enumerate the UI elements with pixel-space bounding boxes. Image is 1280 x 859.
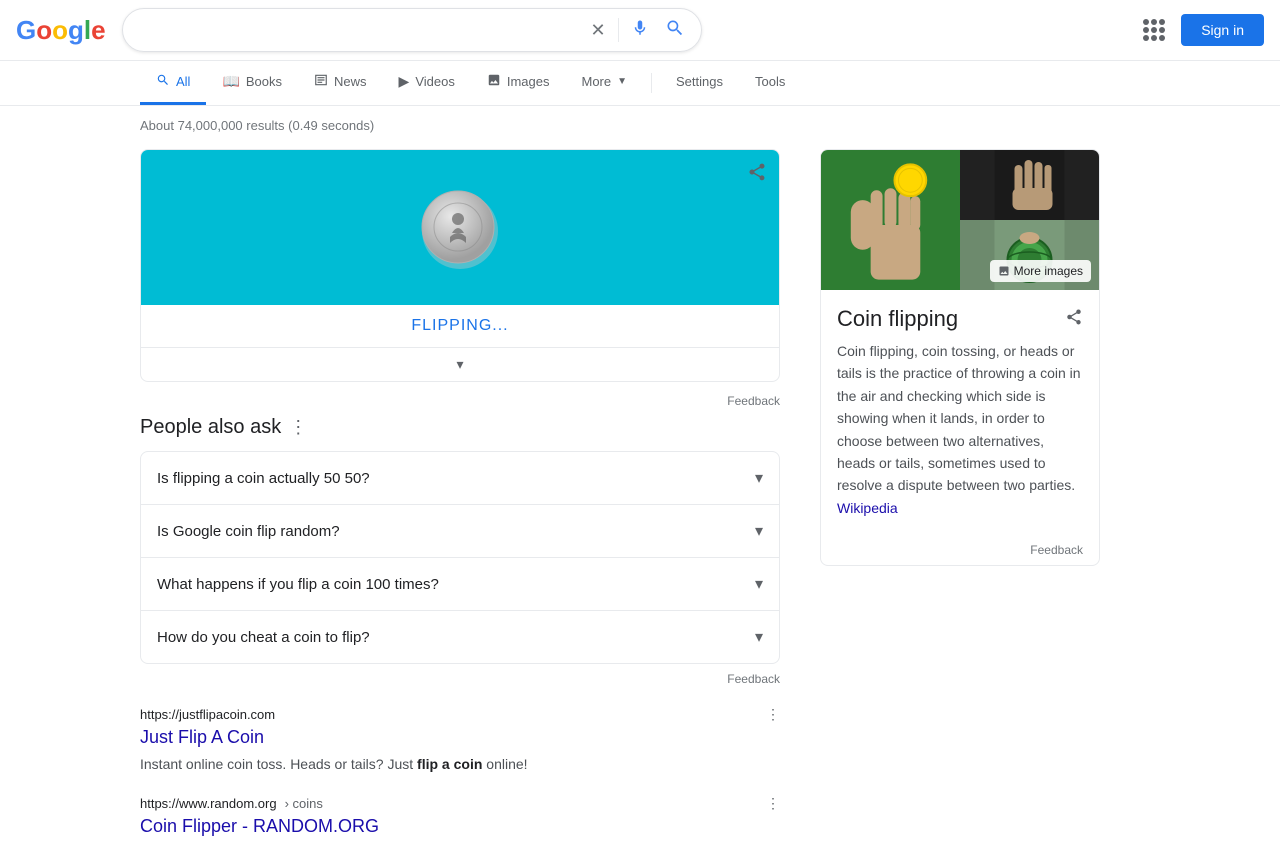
snippet-bold: flip a coin (417, 756, 482, 772)
paa-question: What happens if you flip a coin 100 time… (157, 576, 439, 593)
divider (618, 18, 619, 42)
search-input[interactable]: flip a coin (139, 21, 583, 39)
apps-icon[interactable] (1143, 19, 1165, 41)
search-bar: flip a coin ✕ (122, 8, 702, 52)
coin-animation (415, 181, 505, 274)
kp-image-2[interactable] (960, 150, 1099, 220)
tab-more[interactable]: More ▼ (565, 62, 643, 104)
expand-icon: ▾ (755, 574, 763, 594)
search-result: https://justflipacoin.com ⋮ Just Flip A … (140, 706, 780, 775)
tab-books[interactable]: 📖 Books (206, 61, 298, 105)
tab-more-label: More (581, 74, 611, 89)
kp-feedback[interactable]: Feedback (821, 535, 1099, 565)
tab-settings-label: Settings (676, 74, 723, 89)
knowledge-panel-body: Coin flipping Coin flipping, coin tossin… (821, 290, 1099, 535)
paa-question: Is flipping a coin actually 50 50? (157, 470, 370, 487)
expand-icon: ▾ (755, 468, 763, 488)
paa-feedback[interactable]: Feedback (140, 668, 780, 690)
widget-feedback[interactable]: Feedback (140, 390, 780, 416)
clear-icon[interactable]: ✕ (591, 20, 606, 41)
result-options-icon[interactable]: ⋮ (766, 795, 780, 812)
tab-all-label: All (176, 74, 190, 89)
result-title-link[interactable]: Coin Flipper - RANDOM.ORG (140, 816, 379, 836)
kp-title-row: Coin flipping (837, 306, 1083, 332)
sign-in-button[interactable]: Sign in (1181, 14, 1264, 46)
right-column: More images Coin flipping Coin flipping,… (820, 149, 1100, 859)
wikipedia-link[interactable]: Wikipedia (837, 500, 898, 516)
paa-question: Is Google coin flip random? (157, 523, 340, 540)
kp-image-3[interactable]: More images (960, 220, 1099, 290)
chevron-down-icon: ▼ (617, 76, 627, 87)
tab-divider (651, 73, 652, 93)
kp-title: Coin flipping (837, 306, 958, 332)
tab-tools-label: Tools (755, 74, 785, 89)
tab-books-label: Books (246, 74, 282, 89)
tab-videos[interactable]: ▶ Videos (383, 61, 471, 105)
kp-description: Coin flipping, coin tossing, or heads or… (837, 340, 1083, 519)
voice-search-icon[interactable] (631, 19, 649, 42)
tab-news-label: News (334, 74, 367, 89)
coin-display (141, 150, 779, 305)
main-content: FLIPPING... ▾ Feedback People also ask ⋮… (0, 149, 1280, 859)
news-icon (314, 73, 328, 90)
paa-title: People also ask (140, 416, 281, 439)
header: Google flip a coin ✕ (0, 0, 1280, 61)
paa-header: People also ask ⋮ (140, 416, 780, 439)
chevron-down-icon: ▾ (456, 356, 463, 372)
more-images-button[interactable]: More images (990, 260, 1091, 282)
result-title-link[interactable]: Just Flip A Coin (140, 727, 264, 747)
nav-tabs: All 📖 Books News ▶ Videos Images More ▼ … (0, 61, 1280, 106)
result-options-icon[interactable]: ⋮ (766, 706, 780, 723)
result-snippet: Instant online coin toss. Heads or tails… (140, 754, 780, 775)
paa-question: How do you cheat a coin to flip? (157, 629, 370, 646)
coin-expand-button[interactable]: ▾ (141, 347, 779, 381)
results-info: About 74,000,000 results (0.49 seconds) (0, 110, 1280, 141)
google-logo[interactable]: Google (16, 15, 106, 46)
expand-icon: ▾ (755, 627, 763, 647)
kp-share-icon[interactable] (1065, 308, 1083, 331)
tab-videos-label: Videos (415, 74, 455, 89)
paa-item[interactable]: Is Google coin flip random? ▾ (140, 505, 780, 558)
paa-item[interactable]: Is flipping a coin actually 50 50? ▾ (140, 451, 780, 505)
people-also-ask-section: People also ask ⋮ Is flipping a coin act… (140, 416, 780, 690)
result-url-line: https://www.random.org › coins ⋮ (140, 795, 780, 812)
result-url: https://www.random.org (140, 796, 277, 811)
header-right: Sign in (1143, 14, 1264, 46)
result-url-line: https://justflipacoin.com ⋮ (140, 706, 780, 723)
tab-all[interactable]: All (140, 61, 206, 105)
images-icon (487, 73, 501, 90)
coin-status[interactable]: FLIPPING... (141, 305, 779, 347)
tab-news[interactable]: News (298, 61, 383, 105)
search-result: https://www.random.org › coins ⋮ Coin Fl… (140, 795, 780, 839)
tab-images-label: Images (507, 74, 550, 89)
expand-icon: ▾ (755, 521, 763, 541)
paa-item[interactable]: What happens if you flip a coin 100 time… (140, 558, 780, 611)
tab-tools[interactable]: Tools (739, 62, 801, 104)
left-column: FLIPPING... ▾ Feedback People also ask ⋮… (140, 149, 780, 859)
paa-options-icon[interactable]: ⋮ (289, 417, 307, 438)
books-icon: 📖 (222, 73, 239, 90)
tab-settings[interactable]: Settings (660, 62, 739, 104)
kp-image-1[interactable] (821, 150, 960, 290)
more-images-label: More images (1014, 264, 1083, 278)
knowledge-panel-images: More images (821, 150, 1099, 290)
search-submit-icon[interactable] (665, 18, 685, 43)
coin-flip-widget: FLIPPING... ▾ (140, 149, 780, 382)
result-breadcrumb: › coins (285, 796, 323, 811)
tab-images[interactable]: Images (471, 61, 566, 105)
all-icon (156, 73, 170, 90)
videos-icon: ▶ (399, 73, 410, 90)
paa-item[interactable]: How do you cheat a coin to flip? ▾ (140, 611, 780, 664)
share-button[interactable] (747, 162, 767, 187)
knowledge-panel: More images Coin flipping Coin flipping,… (820, 149, 1100, 566)
